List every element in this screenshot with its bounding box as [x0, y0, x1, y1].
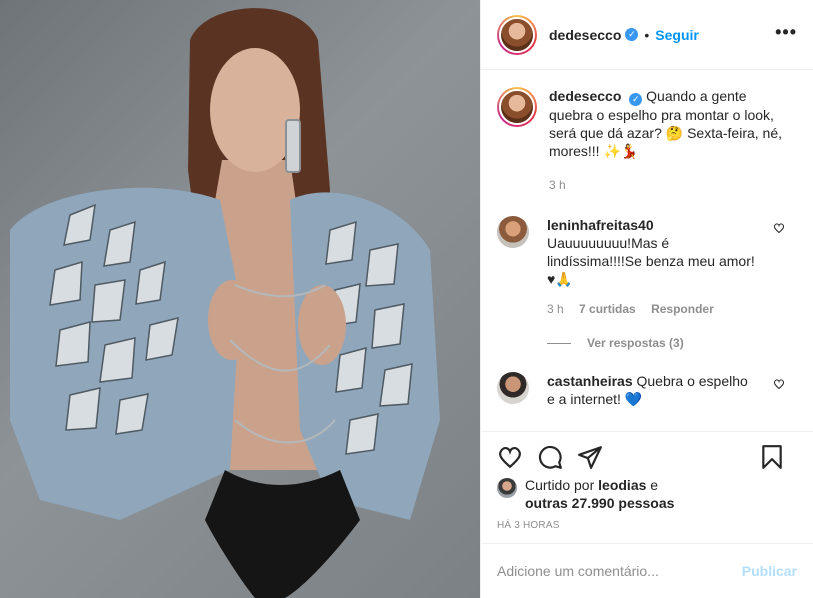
comment-username[interactable]: castanheiras — [547, 373, 633, 389]
verified-badge-icon: ✓ — [625, 28, 639, 41]
comment-time: 3 h — [547, 302, 564, 316]
comment-bubble-icon[interactable] — [537, 444, 563, 470]
comment-text: Uauuuuuuuu!Mas é lindíssima!!!!Se benza … — [547, 235, 755, 287]
post-sidebar: dedesecco ✓ • Seguir ••• dedesecco ✓ Qua… — [480, 0, 813, 598]
liker-username[interactable]: leodias — [598, 477, 646, 493]
verified-badge-icon: ✓ — [629, 93, 643, 106]
share-paper-plane-icon[interactable] — [577, 444, 603, 470]
view-replies-label[interactable]: Ver respostas (3) — [587, 336, 684, 350]
comment-likes[interactable]: 7 curtidas — [579, 302, 636, 316]
likes-prefix: Curtido por — [525, 477, 599, 493]
likes-text: Curtido por leodias e outras 27.990 pess… — [525, 476, 674, 512]
likes-middle: e — [646, 477, 659, 493]
comment-body: leninhafreitas40 Uauuuuuuuu!Mas é lindís… — [547, 216, 757, 318]
reply-button[interactable]: Responder — [651, 302, 714, 316]
more-options-icon[interactable]: ••• — [775, 22, 797, 43]
post-image — [10, 8, 440, 598]
post-header: dedesecco ✓ • Seguir ••• — [481, 0, 813, 70]
comment-item: leninhafreitas40 Uauuuuuuuu!Mas é lindís… — [481, 216, 813, 318]
likes-others[interactable]: outras 27.990 pessoas — [525, 495, 674, 511]
caption-time: 3 h — [549, 178, 566, 192]
commenter-avatar[interactable] — [497, 216, 529, 248]
post-actions — [481, 431, 813, 481]
likes-summary: Curtido por leodias e outras 27.990 pess… — [497, 476, 797, 512]
author-avatar[interactable] — [497, 14, 537, 55]
replies-divider — [547, 342, 571, 344]
caption-avatar[interactable] — [497, 87, 537, 127]
comment-body: castanheiras Quebra o espelho e a intern… — [547, 372, 757, 408]
liker-avatar[interactable] — [497, 478, 517, 498]
separator-dot: • — [644, 26, 650, 43]
comment-item: castanheiras Quebra o espelho e a intern… — [481, 372, 813, 408]
comment-username[interactable]: leninhafreitas40 — [547, 217, 654, 233]
like-comment-heart-icon[interactable] — [773, 222, 785, 234]
post-timestamp[interactable]: HÁ 3 HORAS — [497, 520, 560, 531]
author-username[interactable]: dedesecco — [549, 27, 621, 43]
add-comment-bar: Publicar — [481, 543, 813, 598]
post-photo[interactable] — [0, 0, 480, 598]
caption-body: dedesecco ✓ Quando a gente quebra o espe… — [549, 87, 789, 194]
comment-input[interactable] — [497, 563, 742, 579]
comment-meta: 3 h 7 curtidas Responder — [547, 300, 757, 318]
commenter-avatar[interactable] — [497, 372, 529, 404]
save-bookmark-icon[interactable] — [759, 444, 785, 470]
instagram-post: dedesecco ✓ • Seguir ••• dedesecco ✓ Qua… — [0, 0, 813, 598]
follow-button[interactable]: Seguir — [655, 27, 699, 43]
caption: dedesecco ✓ Quando a gente quebra o espe… — [481, 71, 813, 194]
like-heart-icon[interactable] — [497, 444, 523, 470]
view-replies-button[interactable]: Ver respostas (3) — [481, 336, 813, 350]
publish-button[interactable]: Publicar — [742, 563, 797, 579]
comments-section[interactable]: dedesecco ✓ Quando a gente quebra o espe… — [481, 71, 813, 431]
like-comment-heart-icon[interactable] — [773, 378, 785, 390]
caption-username[interactable]: dedesecco — [549, 88, 621, 104]
